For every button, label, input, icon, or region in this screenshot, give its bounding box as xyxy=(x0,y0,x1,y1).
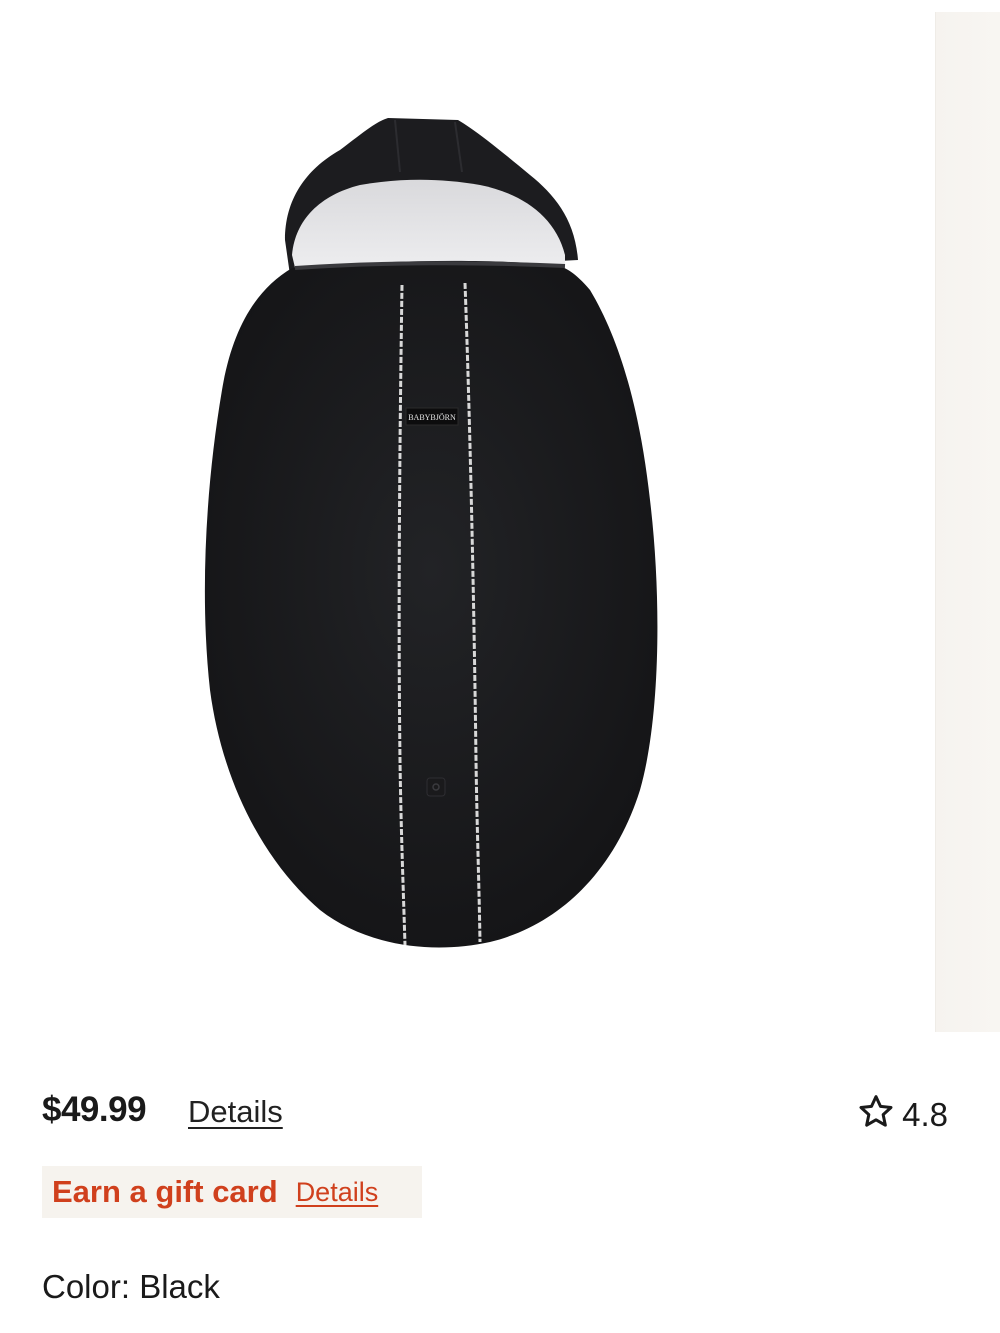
color-selection: Color: Black xyxy=(42,1268,220,1306)
color-value: Black xyxy=(139,1268,220,1305)
svg-text:BABYBJÖRN: BABYBJÖRN xyxy=(408,413,456,422)
gift-card-details-link[interactable]: Details xyxy=(296,1177,379,1208)
snap-button xyxy=(426,777,446,797)
product-image-gallery[interactable]: BABYBJÖRN xyxy=(0,0,1000,1035)
rating-value: 4.8 xyxy=(902,1095,948,1133)
price-details-link[interactable]: Details xyxy=(188,1094,283,1130)
gift-card-label: Earn a gift card xyxy=(52,1174,278,1209)
product-image[interactable]: BABYBJÖRN xyxy=(0,0,935,1035)
gift-card-banner: Earn a gift card Details xyxy=(42,1166,422,1218)
next-image-peek[interactable] xyxy=(935,12,1000,1032)
rating[interactable]: 4.8 xyxy=(856,1092,948,1137)
color-label: Color: xyxy=(42,1268,131,1305)
cover-body xyxy=(204,260,658,948)
star-outline-icon xyxy=(856,1092,896,1137)
carrier-cover-illustration: BABYBJÖRN xyxy=(204,118,658,948)
price-row: $49.99 Details 4.8 xyxy=(42,1088,962,1138)
price: $49.99 xyxy=(42,1090,147,1129)
